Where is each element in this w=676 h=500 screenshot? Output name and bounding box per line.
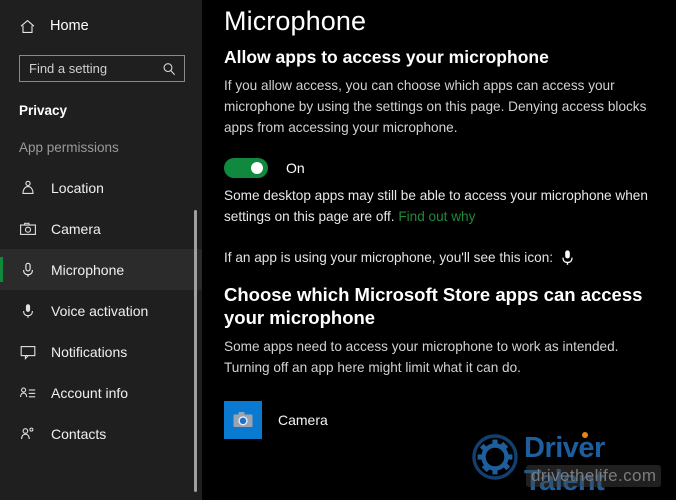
sidebar-item-camera-label: Camera	[51, 220, 101, 237]
allow-access-description: If you allow access, you can choose whic…	[224, 78, 647, 135]
voice-activation-icon	[19, 302, 37, 320]
sidebar-item-voice-activation-label: Voice activation	[51, 302, 149, 319]
app-name-camera: Camera	[278, 412, 328, 429]
sidebar-item-microphone[interactable]: Microphone	[0, 249, 202, 290]
sidebar-item-microphone-label: Microphone	[51, 261, 125, 278]
microphone-icon	[19, 261, 37, 279]
microphone-icon	[561, 249, 574, 266]
choose-apps-heading: Choose which Microsoft Store apps can ac…	[224, 284, 643, 328]
sidebar-group-header: App permissions	[19, 140, 119, 155]
search-input[interactable]	[20, 56, 184, 81]
sidebar-item-location-label: Location	[51, 179, 104, 196]
notification-balloon-icon	[19, 343, 37, 361]
sidebar-item-home-label: Home	[50, 18, 89, 34]
account-info-icon	[19, 384, 37, 402]
sidebar-item-account-info-label: Account info	[51, 384, 129, 401]
allow-access-heading: Allow apps to access your microphone	[224, 47, 549, 67]
toggle-knob	[251, 161, 263, 174]
contacts-icon	[19, 425, 37, 443]
sidebar: Home Privacy App permissions	[0, 0, 202, 500]
location-pin-icon	[19, 179, 37, 197]
sidebar-item-contacts-label: Contacts	[51, 425, 107, 442]
sidebar-item-notifications-label: Notifications	[51, 343, 128, 360]
main-content: Microphone Allow apps to access your mic…	[202, 0, 676, 500]
page-title: Microphone	[224, 6, 367, 36]
microphone-access-toggle-row: On	[224, 157, 676, 178]
sidebar-item-home[interactable]: Home	[0, 9, 202, 43]
in-use-icon-note: If an app is using your microphone, you'…	[224, 249, 676, 266]
microphone-access-toggle[interactable]	[224, 157, 268, 178]
search-box[interactable]	[19, 55, 185, 82]
microphone-access-toggle-label: On	[286, 159, 305, 176]
camera-icon	[19, 220, 37, 238]
home-icon	[19, 18, 36, 35]
settings-window: Home Privacy App permissions	[0, 0, 676, 500]
sidebar-item-voice-activation[interactable]: Voice activation	[0, 290, 202, 331]
sidebar-item-account-info[interactable]: Account info	[0, 372, 202, 413]
camera-app-icon	[224, 401, 262, 440]
sidebar-item-location[interactable]: Location	[0, 167, 202, 208]
find-out-why-link[interactable]: Find out why	[398, 209, 475, 224]
sidebar-item-notifications[interactable]: Notifications	[0, 331, 202, 372]
sidebar-nav-list: Location Camera Microphone Voice activat…	[0, 167, 202, 454]
sidebar-item-contacts[interactable]: Contacts	[0, 413, 202, 454]
desktop-apps-note: Some desktop apps may still be able to a…	[224, 186, 656, 228]
sidebar-scrollbar[interactable]	[194, 210, 197, 492]
in-use-icon-note-text: If an app is using your microphone, you'…	[224, 250, 554, 266]
app-list-item-camera: Camera On	[224, 399, 676, 441]
choose-apps-description: Some apps need to access your microphone…	[224, 339, 619, 376]
sidebar-section-title: Privacy	[19, 103, 68, 118]
sidebar-item-camera[interactable]: Camera	[0, 208, 202, 249]
